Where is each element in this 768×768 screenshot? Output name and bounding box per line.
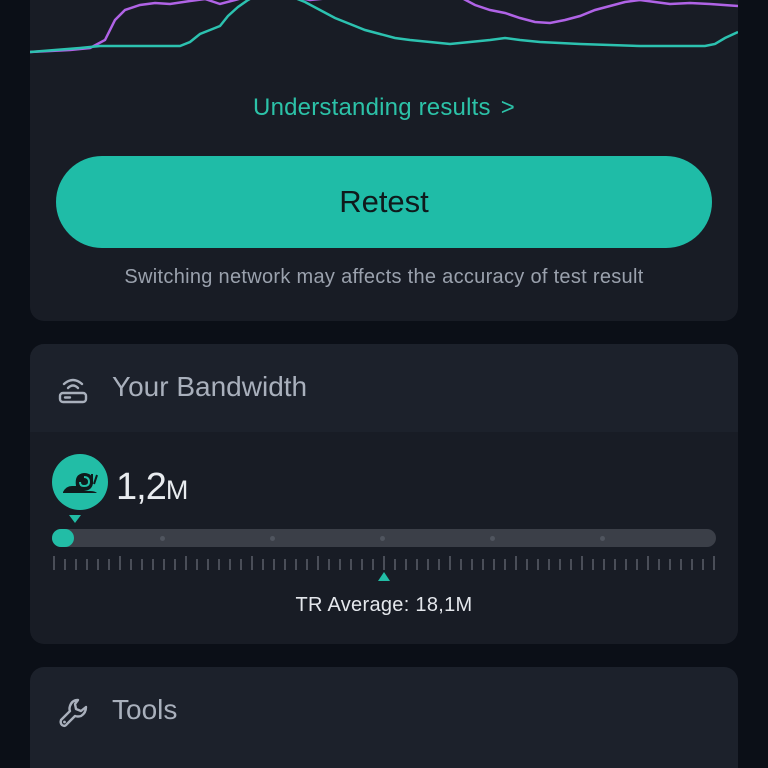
scale-dot (160, 536, 165, 541)
screen: Understanding results > Retest Switching … (0, 0, 768, 768)
average-marker (378, 572, 390, 581)
scale-dot (380, 536, 385, 541)
snail-badge (52, 454, 108, 510)
bandwidth-scale-fill (52, 529, 74, 547)
tools-title: Tools (112, 694, 178, 725)
scale-dot (490, 536, 495, 541)
bandwidth-card-header[interactable]: Your Bandwidth (30, 344, 738, 432)
understanding-results-link[interactable]: Understanding results > (30, 94, 738, 122)
retest-button[interactable]: Retest (56, 156, 712, 248)
bandwidth-card: Your Bandwidth 1,2M TR Average: 18,1M (30, 344, 738, 644)
download-line (30, 0, 738, 54)
bandwidth-unit: M (165, 475, 189, 505)
average-label: TR Average: 18,1M (295, 594, 473, 616)
speed-graph (30, 0, 738, 54)
bandwidth-scale-ticks (53, 556, 715, 570)
router-icon (58, 378, 88, 404)
bandwidth-number: 1,2 (116, 466, 167, 508)
result-card: Understanding results > Retest Switching … (30, 0, 738, 321)
scale-dot (270, 536, 275, 541)
chevron-right-icon: > (500, 94, 515, 121)
bandwidth-value: 1,2M (116, 466, 188, 509)
snail-icon (63, 473, 98, 493)
bandwidth-scale-track (52, 529, 716, 547)
badge-pointer (69, 515, 81, 523)
tools-card[interactable]: Tools (30, 667, 738, 768)
understanding-results-label: Understanding results (253, 94, 491, 121)
network-switch-note: Switching network may affects the accura… (124, 266, 644, 288)
scale-dot (600, 536, 605, 541)
bandwidth-title: Your Bandwidth (112, 371, 308, 402)
wrench-icon (59, 698, 88, 727)
upload-line (30, 0, 738, 54)
